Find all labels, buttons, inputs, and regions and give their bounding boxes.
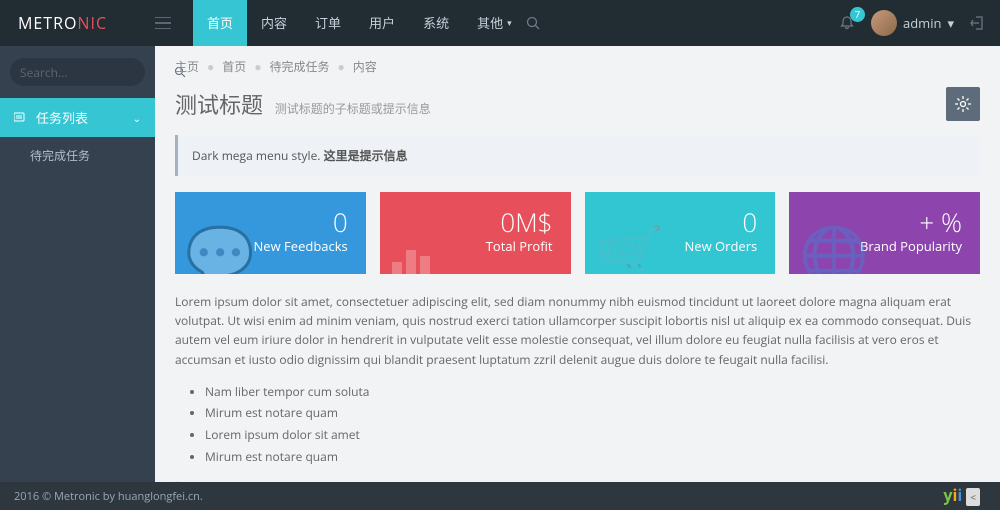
crumb-1[interactable]: 首页 (222, 58, 246, 75)
stats-row: 💬 0 New Feedbacks 0M$ Total Profit 🛒 0 N… (155, 192, 1000, 292)
page-subtitle: 测试标题的子标题或提示信息 (275, 100, 431, 117)
globe-icon: 🌐 (799, 226, 869, 274)
crumb-2[interactable]: 待完成任务 (270, 58, 330, 75)
user-menu[interactable]: admin ▾ (871, 10, 954, 36)
chat-icon: 💬 (185, 226, 255, 274)
cart-icon: 🛒 (595, 226, 665, 274)
avatar (871, 10, 897, 36)
logo[interactable]: METRONIC (0, 12, 155, 34)
content-area: 主页● 首页● 待完成任务● 内容 测试标题 测试标题的子标题或提示信息 Dar… (155, 46, 1000, 510)
chevron-down-icon: ▾ (947, 14, 954, 32)
sidebar-search[interactable] (10, 58, 145, 86)
list-item: Lorem ipsum dolor sit amet (205, 424, 980, 446)
logout-button[interactable] (970, 15, 986, 31)
top-header: METRONIC 首页 内容 订单 用户 系统 其他▾ 7 admin ▾ (0, 0, 1000, 46)
breadcrumb: 主页● 首页● 待完成任务● 内容 (155, 46, 1000, 83)
search-input[interactable] (20, 64, 174, 81)
nav-home[interactable]: 首页 (193, 0, 247, 46)
chevron-down-icon: ⌄ (133, 111, 141, 125)
sidebar-sub-pending[interactable]: 待完成任务 (0, 137, 155, 174)
notifications-button[interactable]: 7 (839, 15, 855, 31)
crumb-3[interactable]: 内容 (353, 58, 377, 75)
nav-orders[interactable]: 订单 (301, 0, 355, 46)
list-item: Mirum est notare quam (205, 446, 980, 468)
body-paragraph: Lorem ipsum dolor sit amet, consectetuer… (155, 292, 1000, 381)
stat-orders[interactable]: 🛒 0 New Orders (585, 192, 776, 274)
user-name: admin (903, 14, 941, 32)
nav-users[interactable]: 用户 (355, 0, 409, 46)
footer: 2016 © Metronic by huanglongfei.cn. (0, 482, 1000, 510)
bullet-list: Nam liber tempor cum soluta Mirum est no… (155, 381, 1000, 481)
yii-badge[interactable]: yii< (943, 484, 980, 506)
list-item: Nam liber tempor cum soluta (205, 381, 980, 403)
nav-system[interactable]: 系统 (409, 0, 463, 46)
page-title: 测试标题 测试标题的子标题或提示信息 (175, 88, 431, 120)
chevron-down-icon: ▾ (507, 0, 512, 46)
list-item: Mirum est notare quam (205, 402, 980, 424)
hint-box: Dark mega menu style. 这里是提示信息 (175, 135, 980, 176)
notification-badge: 7 (850, 7, 865, 22)
crumb-0[interactable]: 主页 (175, 58, 199, 75)
top-search-button[interactable] (526, 16, 568, 30)
sidebar-item-tasks[interactable]: 任务列表 ⌄ (0, 98, 155, 137)
sidebar-toggle[interactable] (155, 17, 193, 29)
stat-popularity[interactable]: 🌐 + % Brand Popularity (789, 192, 980, 274)
stat-feedbacks[interactable]: 💬 0 New Feedbacks (175, 192, 366, 274)
settings-button[interactable] (946, 87, 980, 121)
sidebar: 任务列表 ⌄ 待完成任务 (0, 46, 155, 510)
list-icon (14, 112, 28, 124)
bar-chart-icon (390, 242, 446, 274)
stat-profit[interactable]: 0M$ Total Profit (380, 192, 571, 274)
nav-other[interactable]: 其他▾ (463, 0, 526, 46)
nav-content[interactable]: 内容 (247, 0, 301, 46)
top-nav: 首页 内容 订单 用户 系统 其他▾ (193, 0, 526, 46)
